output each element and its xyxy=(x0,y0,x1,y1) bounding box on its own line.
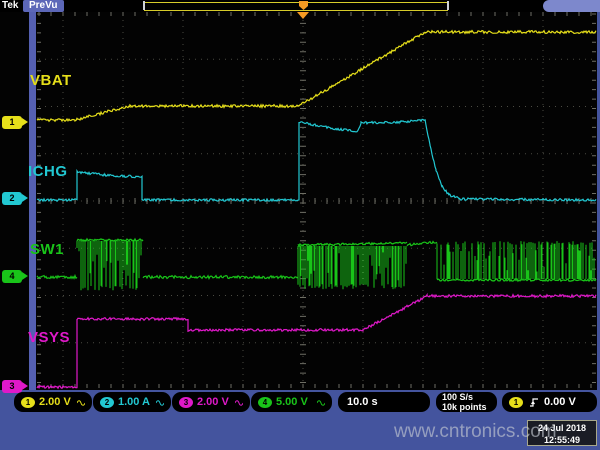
trace-sw1-burst1-envelope xyxy=(77,239,143,241)
trigger-source-badge: 1 xyxy=(509,397,523,408)
trace-sw1-seg0 xyxy=(37,276,77,279)
trigger-time-triangle-icon[interactable] xyxy=(297,12,309,19)
trigger-slope-icon xyxy=(529,397,539,408)
oscilloscope-screen: Tek PreVu VBAT ICHG SW1 VSYS 1 2 4 3 1 2… xyxy=(0,0,600,450)
ch1-scale: 2.00 V xyxy=(39,396,71,408)
ch2-badge: 2 xyxy=(100,397,114,408)
trace-sw1-burst1-pulses xyxy=(77,241,141,290)
ch1-coupling-icon xyxy=(77,398,85,406)
ch1-ground-marker[interactable]: 1 xyxy=(2,116,22,129)
ch2-scale: 1.00 A xyxy=(118,396,150,408)
trace-sw1-seg2 xyxy=(143,276,298,279)
top-status-bar: Tek PreVu xyxy=(0,0,600,12)
ch3-readout[interactable]: 3 2.00 V xyxy=(172,392,250,412)
ch4-ground-marker[interactable]: 4 xyxy=(2,270,22,283)
ch4-scale: 5.00 V xyxy=(276,396,308,408)
graticule-gridlines xyxy=(39,14,594,388)
ch4-coupling-icon xyxy=(317,398,325,406)
timebase-readout[interactable]: 10.0 s xyxy=(338,392,430,412)
trace-label-vbat: VBAT xyxy=(30,72,72,89)
waveform-canvas xyxy=(0,0,600,450)
ch4-readout[interactable]: 4 5.00 V xyxy=(251,392,332,412)
ch1-readout[interactable]: 1 2.00 V xyxy=(14,392,92,412)
ch3-scale: 2.00 V xyxy=(197,396,229,408)
timebase-scale: 10.0 s xyxy=(347,396,378,408)
acquisition-mode-badge: PreVu xyxy=(23,0,64,12)
trace-sw1-burst3-pulses xyxy=(298,246,406,289)
ch2-coupling-icon xyxy=(156,398,164,406)
trace-label-ichg: ICHG xyxy=(28,163,68,180)
trace-ichg-seg0 xyxy=(37,119,596,201)
trace-sw1-burst5-pulses xyxy=(437,241,594,279)
ch4-badge: 4 xyxy=(258,397,272,408)
record-window-left-tick xyxy=(143,1,145,10)
ch3-coupling-icon xyxy=(235,398,243,406)
acquisition-readout[interactable]: 100 S/s 10k points xyxy=(436,392,497,412)
ch3-ground-marker[interactable]: 3 xyxy=(2,380,22,393)
trace-label-vsys: VSYS xyxy=(28,329,70,346)
ch3-badge: 3 xyxy=(179,397,193,408)
trace-sw1-seg4 xyxy=(407,242,437,246)
sample-rate: 100 S/s xyxy=(442,392,473,402)
top-right-pill xyxy=(543,0,600,12)
trace-vsys-seg0 xyxy=(37,295,596,389)
trace-vbat-seg0 xyxy=(37,31,596,122)
trace-label-sw1: SW1 xyxy=(30,241,64,258)
ch2-readout[interactable]: 2 1.00 A xyxy=(93,392,171,412)
trace-sw1-burst5-baseline xyxy=(437,279,596,281)
ch2-ground-marker[interactable]: 2 xyxy=(2,192,22,205)
trigger-level: 0.00 V xyxy=(544,396,576,408)
trigger-readout[interactable]: 1 0.00 V xyxy=(502,392,597,412)
tek-logo: Tek xyxy=(2,0,19,12)
ch1-badge: 1 xyxy=(21,397,35,408)
record-window-right-tick xyxy=(447,1,449,10)
watermark-text: www.cntronics.com xyxy=(394,421,600,443)
trace-sw1-burst3-envelope xyxy=(298,242,407,246)
record-view-window[interactable] xyxy=(144,2,448,11)
record-length: 10k points xyxy=(442,402,487,412)
